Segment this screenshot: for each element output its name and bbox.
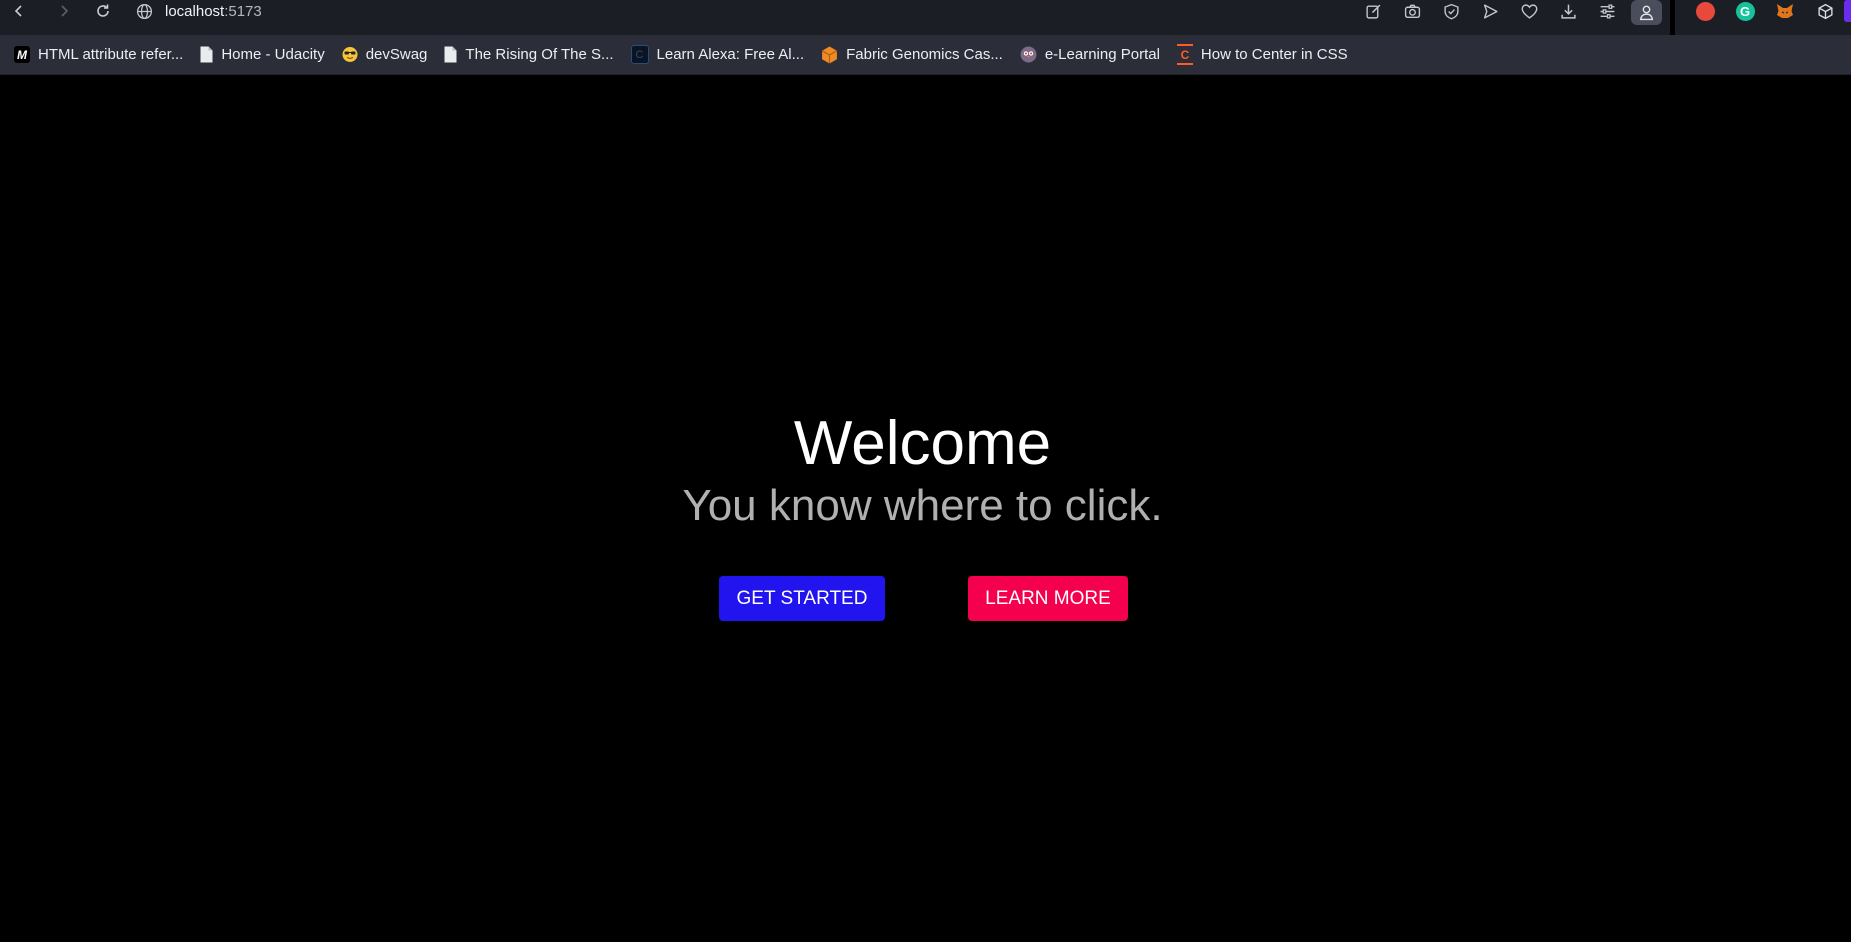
bookmark-label: Home - Udacity [221, 46, 325, 63]
shield-check-icon [1444, 3, 1459, 19]
hero: Welcome You know where to click. [0, 409, 1845, 533]
bookmark-label: devSwag [365, 46, 428, 63]
sidebar-accent [1844, 0, 1851, 22]
owl-icon [1020, 46, 1037, 63]
cube-extension-button[interactable] [1805, 0, 1845, 22]
bookmark-item[interactable]: Home - Udacity [200, 46, 325, 63]
bookmark-label: How to Center in CSS [1200, 46, 1348, 63]
page-title: Welcome [793, 409, 1052, 478]
page-icon [200, 46, 213, 63]
learn-more-button[interactable]: LEARN MORE [968, 576, 1128, 621]
bookmark-label: HTML attribute refer... [38, 46, 184, 63]
cube-extension-icon [1817, 3, 1833, 19]
browser-toolbar: localhost:5173 G [0, 0, 1851, 35]
reload-button[interactable] [89, 0, 117, 22]
bookmark-item[interactable]: devSwag [342, 46, 428, 63]
chevron-right-icon [61, 5, 69, 17]
bookmark-item[interactable]: e-Learning Portal [1020, 46, 1160, 63]
page-icon [444, 46, 457, 63]
orange-cube-icon [821, 46, 838, 63]
forward-button[interactable] [50, 0, 78, 22]
globe-icon [136, 3, 153, 19]
page-subtitle: You know where to click. [682, 481, 1163, 530]
bookmark-item[interactable]: C Learn Alexa: Free Al... [630, 45, 805, 64]
bookmark-item[interactable]: Fabric Genomics Cas... [821, 46, 1003, 64]
settings-sliders-button[interactable] [1588, 0, 1627, 22]
sliders-icon [1600, 3, 1615, 19]
url-port: :5173 [224, 2, 262, 20]
chevron-left-icon [14, 5, 22, 17]
camera-icon [1404, 4, 1421, 18]
bookmark-label: e-Learning Portal [1044, 46, 1160, 63]
favorites-button[interactable] [1510, 0, 1549, 22]
mdn-icon: M [14, 46, 30, 63]
reload-icon [97, 4, 109, 17]
heart-icon [1521, 3, 1538, 19]
bookmark-label: Learn Alexa: Free Al... [656, 46, 805, 63]
extension-red-button[interactable] [1685, 0, 1725, 22]
page-content: Welcome You know where to click. GET STA… [0, 76, 1851, 942]
metamask-fox-icon [1777, 4, 1793, 18]
codecademy-icon: C [630, 45, 649, 64]
bookmark-item[interactable]: The Rising Of The S... [444, 46, 614, 63]
bookmark-label: Fabric Genomics Cas... [846, 46, 1003, 63]
bookmarks-bar: M HTML attribute refer... Home - Udacity… [0, 35, 1851, 75]
toolbar-divider [1670, 0, 1675, 35]
css-c-icon: C [1176, 44, 1193, 65]
extensions-group: G [1679, 0, 1851, 35]
sunglasses-emoji-icon [342, 46, 358, 63]
back-button[interactable] [5, 0, 33, 22]
download-icon [1561, 4, 1576, 19]
extension-red-icon [1695, 1, 1715, 21]
send-button[interactable] [1471, 0, 1510, 22]
get-started-button[interactable]: GET STARTED [719, 576, 885, 621]
bookmark-label: The Rising Of The S... [465, 46, 614, 63]
url-text: localhost:5173 [165, 3, 262, 20]
shield-button[interactable] [1432, 0, 1471, 22]
grammarly-icon: G [1735, 1, 1755, 21]
edit-page-icon [1366, 4, 1381, 19]
bookmark-item[interactable]: M HTML attribute refer... [14, 46, 183, 63]
bookmark-item[interactable]: C How to Center in CSS [1176, 44, 1348, 65]
edit-page-button[interactable] [1354, 0, 1393, 22]
screenshot-button[interactable] [1393, 0, 1432, 22]
downloads-button[interactable] [1549, 0, 1588, 22]
toolbar-actions: G [1354, 0, 1851, 35]
url-host: localhost [165, 2, 225, 20]
profile-button[interactable] [1631, 0, 1662, 25]
metamask-button[interactable] [1765, 0, 1805, 22]
grammarly-button[interactable]: G [1725, 0, 1765, 22]
address-bar[interactable]: localhost:5173 [136, 0, 262, 22]
profile-icon [1639, 5, 1654, 21]
send-icon [1483, 3, 1498, 19]
